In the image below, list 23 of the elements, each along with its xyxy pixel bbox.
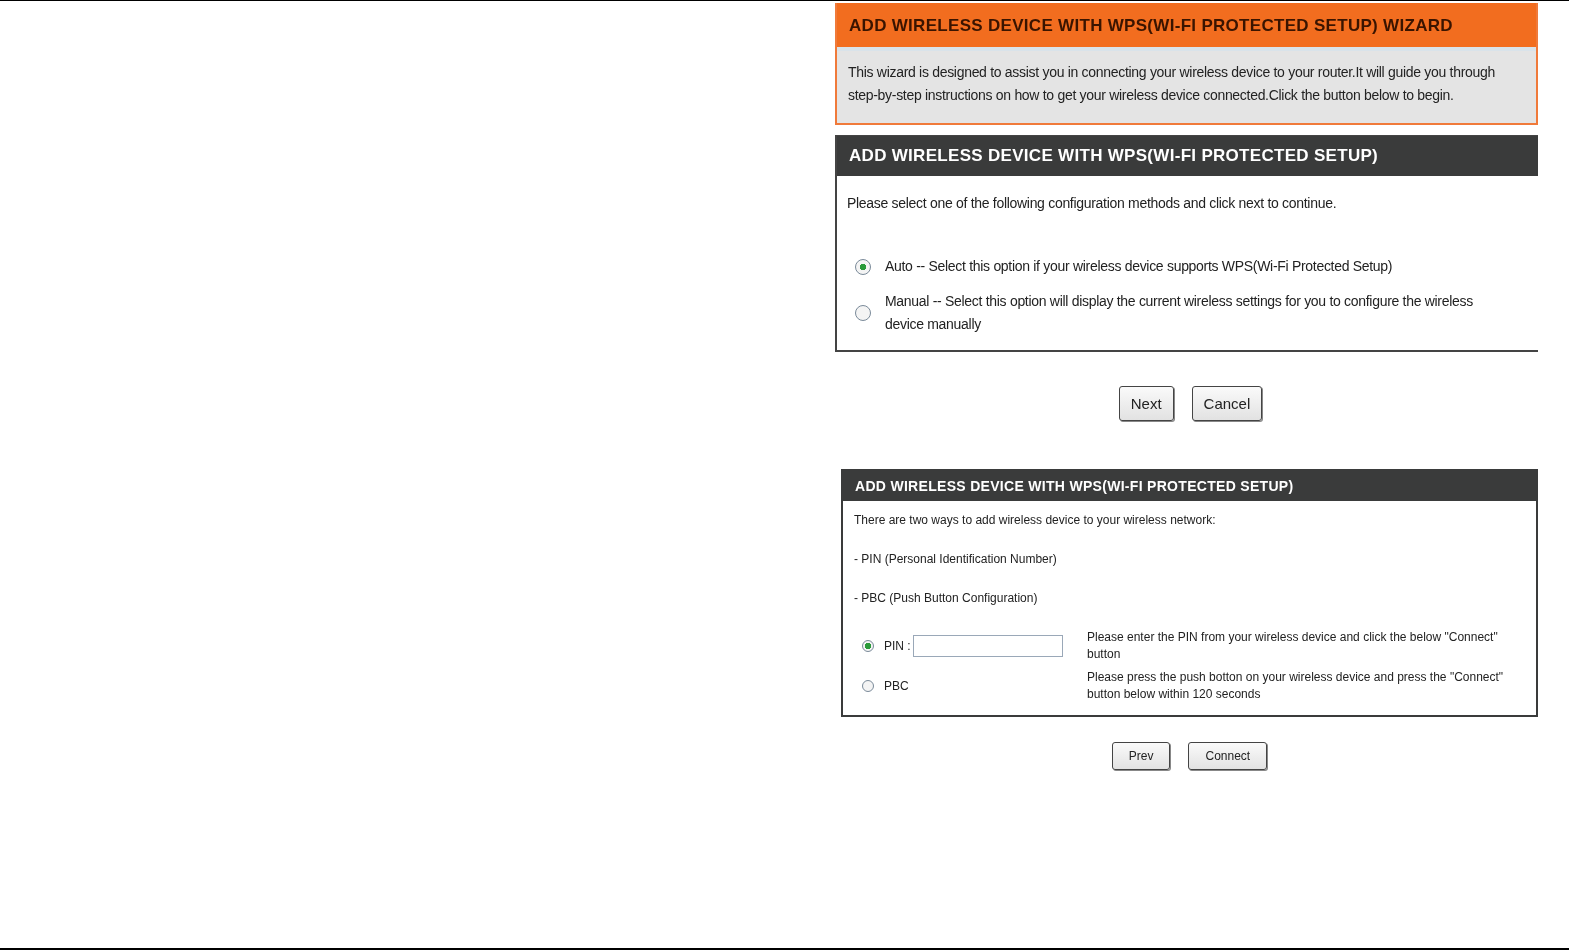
hint-text: Please press the push botton on your wireless device and press the "Connect" button below within 120 seconds bbox=[1087, 669, 1505, 703]
radio-button[interactable] bbox=[862, 640, 874, 652]
hint-text: Please enter the PIN from your wireless device and click the below "Connect" button bbox=[1087, 629, 1499, 663]
wizard-button[interactable]: Prev bbox=[1111, 742, 1171, 770]
radio-button[interactable] bbox=[855, 305, 871, 321]
option-label: PBC bbox=[884, 679, 909, 693]
intro-text: There are two ways to add wireless device to your wireless network: bbox=[854, 513, 1217, 527]
wizard-button[interactable]: Connect bbox=[1188, 742, 1268, 770]
instruction-text: Please select one of the following configuration methods and click next to continue. bbox=[847, 195, 1338, 211]
radio-button[interactable] bbox=[855, 258, 871, 275]
wizard-button[interactable]: Cancel bbox=[1191, 386, 1263, 421]
method-text: - PBC (Push Button Configuration) bbox=[854, 591, 1039, 605]
option-label: Auto -- Select this option if your wireless device supports WPS(Wi-Fi Protected Setup) bbox=[885, 257, 1393, 276]
pin-field[interactable] bbox=[912, 635, 1063, 657]
panel-title: ADD WIRELESS DEVICE WITH WPS(WI-FI PROTECTED SETUP) bbox=[843, 471, 1536, 501]
option-label: Manual -- Select this option will display the current wireless settings for you to configure the wireless device manually bbox=[885, 292, 1474, 334]
method-text: - PIN (Personal Identification Number) bbox=[854, 552, 1058, 566]
radio-button[interactable] bbox=[862, 680, 874, 692]
option-label: PIN : bbox=[884, 639, 911, 653]
wizard-button[interactable]: Next bbox=[1118, 386, 1174, 421]
wizard-description: This wizard is designed to assist you in connecting your wireless device to your router.It will guide you through step-by-step instructions on how to get your wireless device connected.Click the button below to begin. bbox=[848, 63, 1496, 105]
panel-title: ADD WIRELESS DEVICE WITH WPS(WI-FI PROTECTED SETUP) bbox=[837, 136, 1538, 176]
wizard-title: ADD WIRELESS DEVICE WITH WPS(WI-FI PROTECTED SETUP) WIZARD bbox=[837, 3, 1536, 47]
